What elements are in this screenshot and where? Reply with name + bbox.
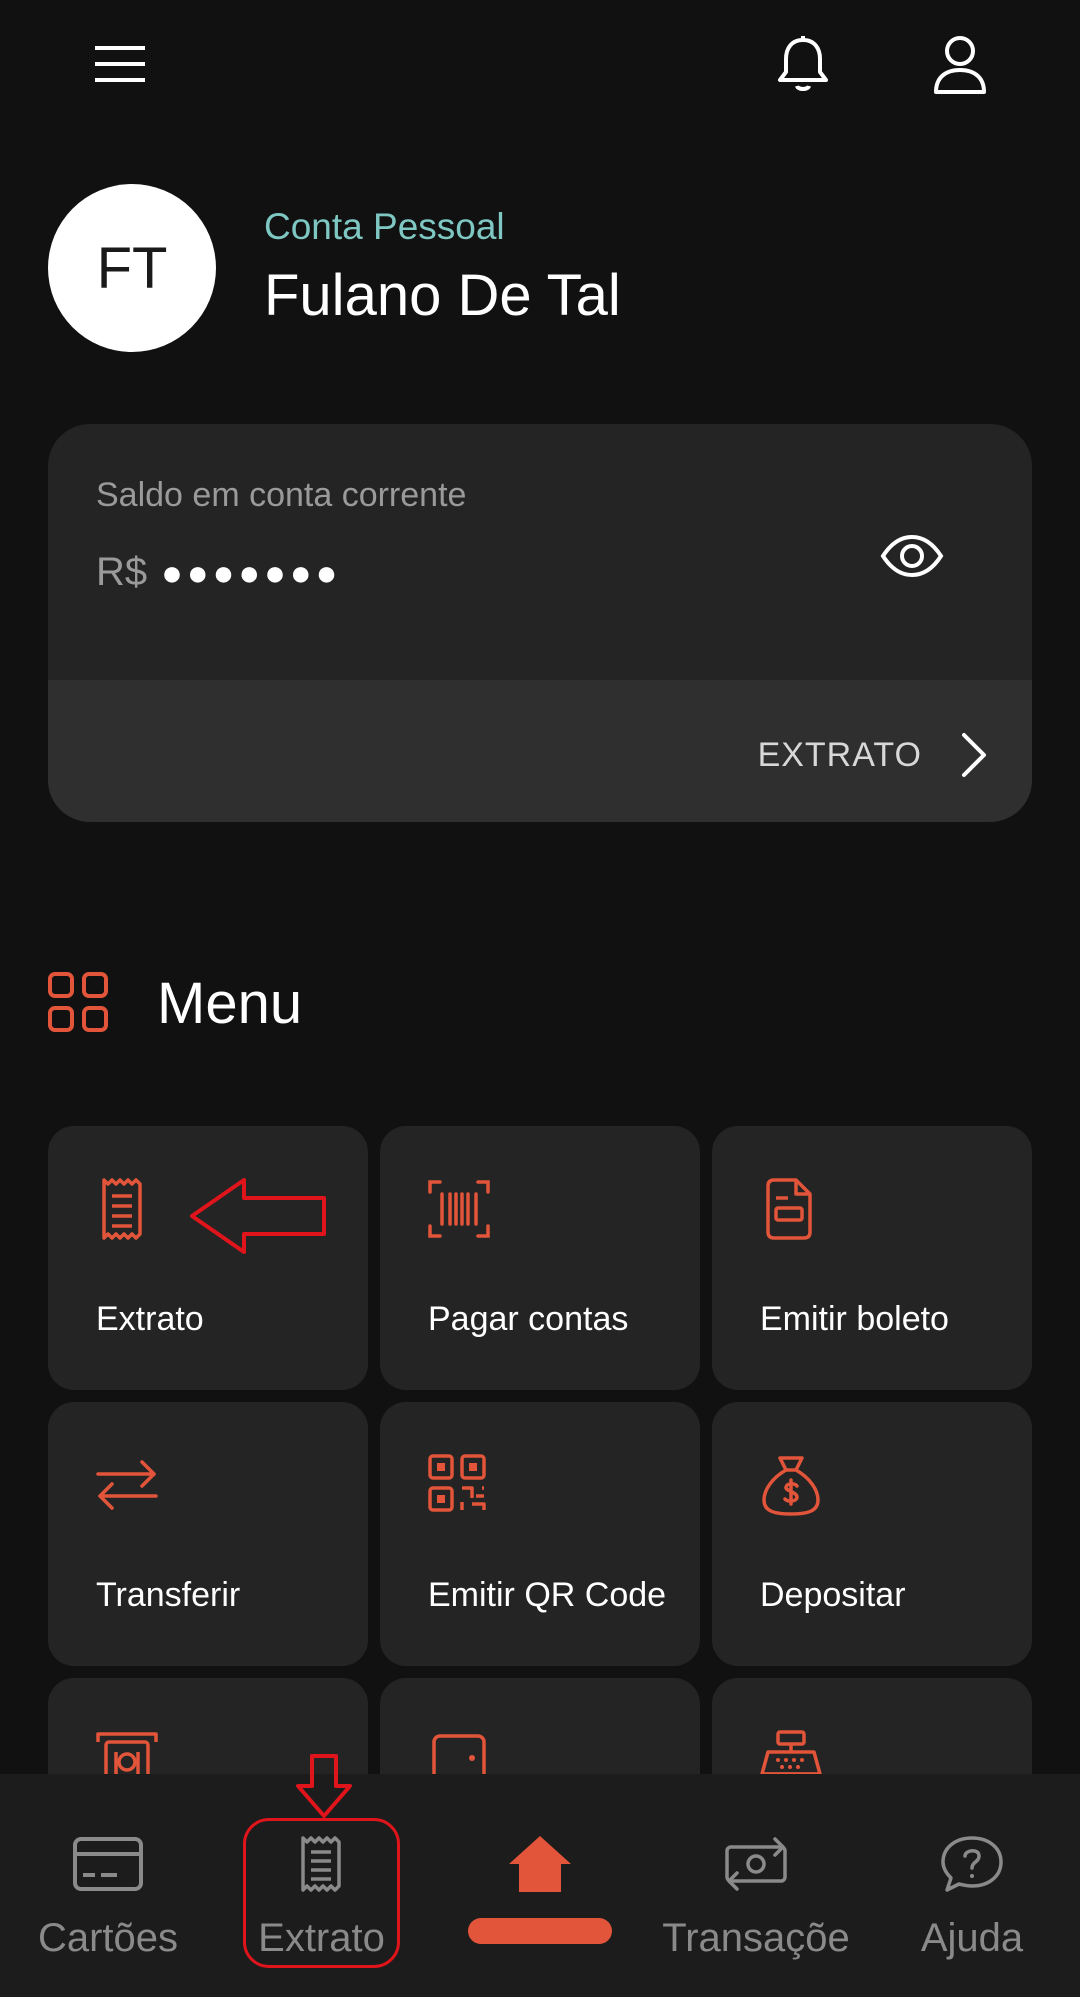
nav-item-label: Ajuda — [920, 1916, 1024, 1960]
menu-item-emitir-qr-code[interactable]: Emitir QR Code — [380, 1402, 700, 1666]
hamburger-icon — [95, 46, 145, 82]
nav-item-transacoes[interactable]: Transaçõe — [656, 1774, 856, 1997]
statement-link-label: EXTRATO — [757, 735, 922, 774]
menu-item-emitir-boleto[interactable]: Emitir boleto — [712, 1126, 1032, 1390]
menu-title: Menu — [157, 971, 303, 1036]
toggle-balance-visibility-button[interactable] — [872, 516, 952, 596]
menu-item-label: Extrato — [96, 1300, 204, 1338]
nav-item-cartoes[interactable]: Cartões — [20, 1774, 196, 1997]
menu-item-extrato[interactable]: Extrato — [48, 1126, 368, 1390]
help-icon — [941, 1836, 1003, 1892]
hamburger-menu-button[interactable] — [80, 24, 160, 104]
account-holder-name: Fulano De Tal — [264, 263, 621, 328]
menu-item-transferir[interactable]: Transferir — [48, 1402, 368, 1666]
qr-code-icon — [428, 1454, 486, 1512]
home-active-indicator — [468, 1918, 612, 1944]
receipt-icon — [102, 1178, 142, 1240]
credit-card-icon — [73, 1837, 143, 1891]
nav-item-label: Transaçõe — [662, 1916, 850, 1960]
bell-icon — [778, 36, 828, 91]
notifications-button[interactable] — [763, 24, 843, 104]
menu-item-label: Emitir QR Code — [428, 1576, 667, 1614]
menu-item-label: Emitir boleto — [760, 1300, 949, 1338]
currency-symbol: R$ — [96, 550, 148, 594]
money-bag-icon — [762, 1456, 820, 1516]
menu-item-label: Pagar contas — [428, 1300, 629, 1338]
nav-item-home[interactable] — [460, 1774, 620, 1997]
menu-header: Menu — [48, 966, 648, 1036]
profile-section: FT Conta Pessoal Fulano De Tal — [48, 184, 1032, 352]
annotation-left-arrow-icon — [190, 1178, 326, 1254]
menu-item-label: Depositar — [760, 1576, 906, 1614]
money-exchange-icon — [725, 1837, 787, 1891]
avatar[interactable]: FT — [48, 184, 216, 352]
nav-item-ajuda[interactable]: Ajuda — [900, 1774, 1044, 1997]
eye-icon — [880, 534, 944, 578]
transfer-arrows-icon — [96, 1460, 158, 1510]
balance-value-row: R$ ●●●●●●● — [96, 550, 341, 595]
statement-link[interactable]: EXTRATO — [758, 720, 988, 790]
balance-label: Saldo em conta corrente — [96, 476, 467, 514]
menu-item-label: Transferir — [96, 1576, 241, 1614]
top-bar — [0, 0, 1080, 130]
grid-icon — [48, 972, 108, 1032]
barcode-icon — [428, 1180, 490, 1238]
menu-item-pagar-contas[interactable]: Pagar contas — [380, 1126, 700, 1390]
chevron-right-icon — [962, 733, 986, 777]
document-icon — [766, 1178, 812, 1240]
profile-button[interactable] — [920, 24, 1000, 104]
masked-balance: ●●●●●●● — [161, 551, 342, 593]
annotation-highlight-box — [243, 1818, 400, 1968]
nav-item-label: Cartões — [37, 1916, 179, 1960]
menu-item-depositar[interactable]: Depositar — [712, 1402, 1032, 1666]
bottom-navigation: Cartões Extrato Transaçõe Ajuda — [0, 1774, 1080, 1997]
balance-card: Saldo em conta corrente R$ ●●●●●●● EXTRA… — [48, 424, 1032, 822]
balance-card-footer: EXTRATO — [48, 680, 1032, 822]
account-type-label: Conta Pessoal — [264, 206, 505, 247]
home-icon — [509, 1836, 571, 1892]
annotation-down-arrow-icon — [296, 1754, 352, 1818]
user-icon — [934, 36, 986, 94]
